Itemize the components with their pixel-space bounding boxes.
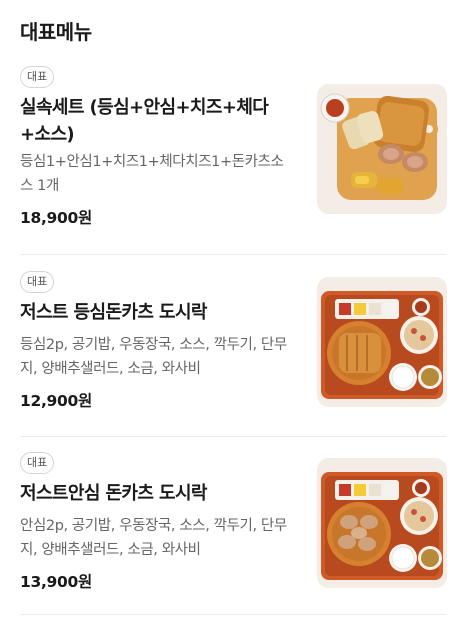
menu-item-name: 저스트안심 돈카츠 도시락 xyxy=(20,483,208,504)
food-photo-illustration xyxy=(317,84,447,214)
representative-badge: 대표 xyxy=(20,271,55,293)
divider xyxy=(20,436,446,437)
menu-item-description: 등심1+안심1+치즈1+체다치즈1+돈카츠소스 1개 xyxy=(20,154,284,194)
divider xyxy=(20,614,446,615)
loin-tonkatsu-lunchbox-photo[interactable] xyxy=(317,277,447,407)
representative-badge: 대표 xyxy=(20,452,55,474)
menu-item-name: 실속세트 (등심+안심+치즈+체다+소스) xyxy=(20,97,269,145)
menu-item-description: 등심2p, 공기밥, 우동장국, 소스, 깍두기, 단무지, 양배추샐러드, 소… xyxy=(20,337,287,377)
tenderloin-tonkatsu-lunchbox-photo[interactable] xyxy=(317,458,447,588)
food-photo-illustration xyxy=(317,277,447,407)
menu-item-name: 저스트 등심돈카츠 도시락 xyxy=(20,302,208,323)
tonkatsu-set-photo[interactable] xyxy=(317,84,447,214)
menu-item-price: 18,900원 xyxy=(20,209,92,227)
menu-item-price: 13,900원 xyxy=(20,573,92,591)
menu-item-description: 안심2p, 공기밥, 우동장국, 소스, 깍두기, 단무지, 양배추샐러드, 소… xyxy=(20,518,287,558)
menu-item-price: 12,900원 xyxy=(20,392,92,410)
representative-badge: 대표 xyxy=(20,66,55,88)
section-title: 대표메뉴 xyxy=(20,20,92,44)
divider xyxy=(20,254,446,255)
food-photo-illustration xyxy=(317,458,447,588)
